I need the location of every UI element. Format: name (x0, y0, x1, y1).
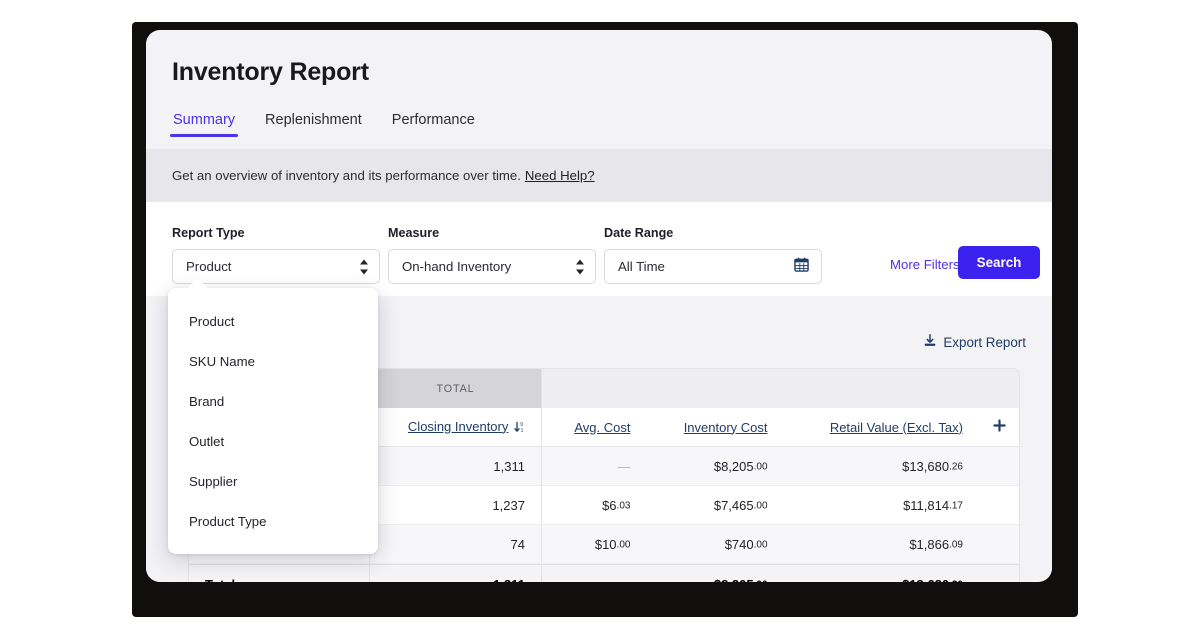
cell-retail-value-main: $1,866 (909, 536, 950, 552)
totals-retail-value-main: $13,680 (902, 577, 949, 583)
totals-avg-cost: — (541, 564, 647, 583)
cell-retail-value-cents: .09 (949, 539, 963, 550)
column-header-retail-value-label: Retail Value (Excl. Tax) (829, 419, 963, 435)
date-range-field-group: Date Range All Time (604, 226, 822, 284)
cell-inventory-cost-cents: .00 (753, 500, 768, 511)
menu-item-sku-name[interactable]: SKU Name (168, 342, 378, 382)
report-type-label: Report Type (172, 226, 245, 240)
cell-retail-value-cents: .17 (949, 500, 963, 511)
cell-inventory-cost-cents: .00 (753, 461, 768, 472)
need-help-link[interactable]: Need Help? (525, 168, 595, 183)
totals-retail-value: $13,680.26 (783, 564, 979, 583)
cell-avg-cost-main: $10 (594, 536, 617, 552)
menu-item-product[interactable]: Product (168, 302, 378, 342)
measure-value: On-hand Inventory (402, 259, 512, 274)
page-title: Inventory Report (172, 58, 369, 86)
column-header-closing-inventory[interactable]: Closing Inventory 9 1 (369, 408, 541, 447)
cell-avg-cost: — (541, 447, 647, 486)
totals-retail-value-cents: .26 (949, 579, 963, 582)
menu-item-supplier[interactable]: Supplier (168, 462, 378, 502)
cell-avg-cost-cents: .00 (616, 539, 631, 550)
tab-bar: Summary Replenishment Performance (170, 112, 478, 137)
column-header-avg-cost[interactable]: Avg. Cost (541, 408, 647, 447)
totals-spacer (979, 564, 1019, 582)
cell-spacer (979, 486, 1019, 525)
svg-text:1: 1 (521, 428, 524, 433)
stepper-arrows-icon[interactable] (576, 259, 584, 274)
cell-inventory-cost-main: $740 (724, 536, 754, 552)
column-header-closing-inventory-label: Closing Inventory (407, 418, 509, 434)
column-header-inventory-cost-label: Inventory Cost (683, 419, 768, 435)
app-card: Inventory Report Summary Replenishment P… (146, 30, 1052, 582)
cell-inventory-cost-main: $7,465 (713, 497, 754, 513)
cell-retail-value: $11,814.17 (783, 486, 979, 525)
tab-replenishment[interactable]: Replenishment (262, 112, 365, 137)
cell-closing-inventory: 74 (369, 525, 541, 564)
cell-inventory-cost-main: $8,205 (713, 458, 754, 474)
cell-avg-cost: $10.00 (541, 525, 647, 564)
date-range-value: All Time (618, 259, 665, 274)
calendar-icon[interactable] (794, 257, 809, 277)
totals-inventory-cost-main: $8,205 (714, 577, 754, 583)
totals-avg-cost-main: — (617, 577, 630, 583)
cell-inventory-cost-cents: .00 (753, 539, 768, 550)
totals-label: Totals (189, 564, 369, 582)
totals-inventory-cost: $8,205.00 (646, 564, 784, 583)
report-type-select[interactable]: Product (172, 249, 380, 284)
export-report-label: Export Report (943, 335, 1026, 350)
measure-label: Measure (388, 226, 440, 240)
plus-icon (992, 419, 1006, 435)
date-range-input[interactable]: All Time (604, 249, 822, 284)
totals-closing-inventory: 1,311 (369, 564, 541, 582)
cell-retail-value: $1,866.09 (783, 525, 979, 564)
filter-bar: Report Type Product Measure On-hand Inve… (146, 202, 1052, 296)
measure-select[interactable]: On-hand Inventory (388, 249, 596, 284)
stepper-arrows-icon[interactable] (360, 259, 368, 274)
cell-spacer (979, 525, 1019, 564)
cell-retail-value-main: $13,680 (902, 458, 950, 474)
totals-inventory-cost-cents: .00 (754, 579, 768, 582)
cell-inventory-cost: $740.00 (646, 525, 784, 564)
menu-item-brand[interactable]: Brand (168, 382, 378, 422)
measure-field-group: Measure On-hand Inventory (388, 226, 596, 284)
cell-spacer (979, 447, 1019, 486)
download-icon (923, 334, 937, 351)
cell-avg-cost-main: $6 (602, 497, 617, 513)
report-type-value: Product (186, 259, 232, 274)
add-column-button[interactable] (979, 408, 1019, 447)
tab-performance[interactable]: Performance (389, 112, 478, 137)
cell-retail-value: $13,680.26 (783, 447, 979, 486)
cell-retail-value-main: $11,814 (903, 497, 950, 513)
table-totals-row: Totals 1,311 — $8,205.00 $13,680.26 (189, 564, 1019, 582)
group-header-total: TOTAL (369, 369, 541, 408)
report-type-field-group: Report Type Product (172, 226, 380, 284)
more-filters-button[interactable]: More Filters (890, 257, 960, 272)
cell-inventory-cost: $7,465.00 (646, 486, 784, 525)
tab-summary[interactable]: Summary (170, 112, 239, 137)
date-range-label: Date Range (604, 226, 674, 240)
cell-avg-cost-cents: .03 (616, 500, 631, 511)
cell-retail-value-cents: .26 (949, 461, 963, 472)
info-banner-text: Get an overview of inventory and its per… (172, 168, 521, 183)
sort-descending-icon[interactable]: 9 1 (514, 421, 525, 436)
cell-avg-cost-main: — (617, 458, 631, 474)
column-header-avg-cost-label: Avg. Cost (574, 419, 631, 435)
menu-item-product-type[interactable]: Product Type (168, 502, 378, 542)
column-header-inventory-cost[interactable]: Inventory Cost (646, 408, 784, 447)
search-button[interactable]: Search (958, 246, 1040, 279)
cell-closing-inventory: 1,311 (369, 447, 541, 486)
export-report-button[interactable]: Export Report (923, 334, 1026, 351)
info-banner: Get an overview of inventory and its per… (146, 149, 1052, 202)
group-header-rest (541, 369, 1019, 408)
cell-avg-cost: $6.03 (541, 486, 647, 525)
menu-item-outlet[interactable]: Outlet (168, 422, 378, 462)
column-header-retail-value[interactable]: Retail Value (Excl. Tax) (783, 408, 979, 447)
cell-inventory-cost: $8,205.00 (646, 447, 784, 486)
report-type-dropdown-menu[interactable]: Product SKU Name Brand Outlet Supplier P… (168, 288, 378, 554)
cell-closing-inventory: 1,237 (369, 486, 541, 525)
